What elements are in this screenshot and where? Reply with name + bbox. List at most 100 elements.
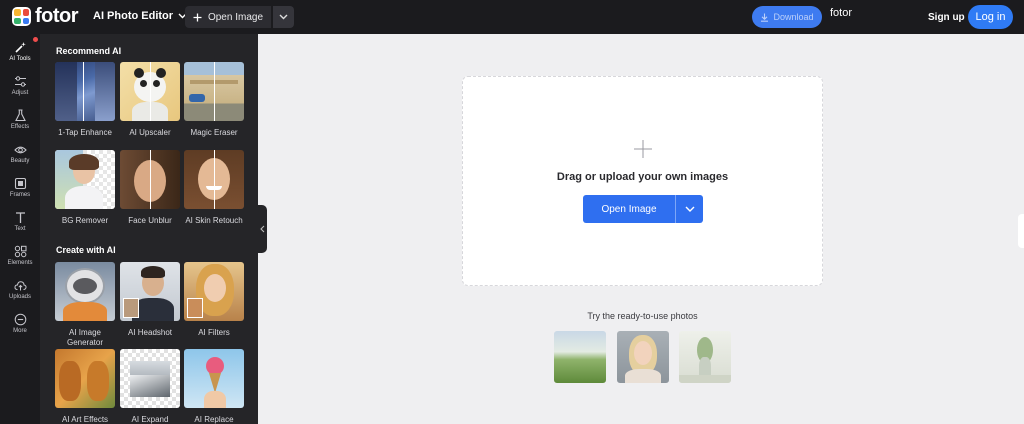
tool-card-label: AI Image Generator — [66, 328, 104, 347]
frame-icon — [13, 176, 27, 190]
rail-label: Text — [14, 226, 26, 232]
collapse-panel-button[interactable] — [258, 205, 267, 253]
left-rail: AI Tools Adjust Effects Beauty Frames Te… — [0, 34, 40, 424]
thumbnail-dogs-painting — [55, 349, 115, 408]
tool-card-face-unblur[interactable]: Face Unblur — [120, 150, 180, 226]
sample-photo-still-life[interactable] — [679, 331, 731, 383]
tool-card-ai-replace[interactable]: AI Replace — [184, 349, 244, 424]
still-life-image — [679, 331, 731, 383]
tool-card-1-tap-enhance[interactable]: 1-Tap Enhance — [55, 62, 115, 138]
landscape-image — [554, 331, 606, 383]
open-image-main-button[interactable]: Open Image — [583, 195, 675, 223]
tool-card-label: Magic Eraser — [190, 128, 238, 137]
notification-dot — [33, 37, 38, 42]
rail-item-elements[interactable]: Elements — [0, 244, 40, 276]
rail-item-frames[interactable]: Frames — [0, 176, 40, 208]
tool-card-label: AI Headshot — [127, 328, 173, 337]
tool-card-ai-skin-retouch[interactable]: AI Skin Retouch — [184, 150, 244, 226]
tool-card-ai-upscaler[interactable]: AI Upscaler — [120, 62, 180, 138]
right-edge-tab[interactable] — [1018, 214, 1024, 248]
rail-label: Elements — [7, 260, 33, 266]
rail-item-more[interactable]: More — [0, 312, 40, 344]
rail-label: More — [13, 328, 27, 334]
thumbnail-mountain-expand — [120, 349, 180, 408]
log-in-button[interactable]: Log in — [968, 5, 1013, 29]
open-image-label: Open Image — [207, 11, 264, 23]
rail-item-beauty[interactable]: Beauty — [0, 142, 40, 174]
section-title-recommend: Recommend AI — [56, 46, 122, 56]
shapes-icon — [13, 244, 27, 258]
more-icon — [13, 312, 27, 326]
tool-card-label: BG Remover — [61, 216, 109, 225]
dropzone-text: Drag or upload your own images — [556, 171, 729, 183]
download-button[interactable]: Download — [752, 6, 822, 28]
thumbnail-woman-transparent — [55, 150, 115, 209]
tool-card-label: Face Unblur — [128, 216, 172, 225]
tool-card-ai-expand[interactable]: AI Expand — [120, 349, 180, 424]
tool-card-ai-image-generator[interactable]: AI Image Generator — [55, 262, 115, 348]
thumbnail-panda — [120, 62, 180, 121]
eye-icon — [13, 142, 27, 156]
tool-selector-label: AI Photo Editor — [93, 10, 174, 22]
tool-selector[interactable]: AI Photo Editor — [93, 10, 187, 22]
plus-icon — [193, 13, 202, 21]
top-bar: fotor AI Photo Editor Open Image Downloa… — [0, 0, 1024, 34]
brand-label: fotor — [830, 7, 853, 19]
rail-item-uploads[interactable]: Uploads — [0, 278, 40, 310]
thumbnail-face — [120, 150, 180, 209]
rail-label: Frames — [9, 192, 31, 198]
tool-card-label: AI Skin Retouch — [185, 216, 243, 225]
open-image-split-button: Open Image — [583, 195, 703, 223]
upload-dropzone[interactable]: Drag or upload your own images Open Imag… — [462, 76, 823, 286]
chevron-down-icon — [685, 206, 694, 212]
upload-cloud-icon — [13, 278, 27, 292]
sample-photo-portrait[interactable] — [617, 331, 669, 383]
flask-icon — [13, 108, 27, 122]
tool-card-ai-art-effects[interactable]: AI Art Effects — [55, 349, 115, 424]
open-image-group: Open Image — [185, 6, 294, 28]
rail-label: AI Tools — [9, 56, 31, 62]
rail-item-adjust[interactable]: Adjust — [0, 74, 40, 106]
text-icon — [13, 210, 27, 224]
open-image-options-dropdown[interactable] — [675, 195, 703, 223]
rail-label: Beauty — [10, 158, 30, 164]
logo-mark-icon — [12, 7, 31, 26]
chevron-down-icon — [279, 14, 288, 20]
sign-up-link[interactable]: Sign up — [928, 12, 965, 23]
rail-label: Uploads — [8, 294, 31, 300]
tool-panel: Recommend AI 1-Tap Enhance AI Upscaler M… — [40, 34, 258, 424]
rail-label: Adjust — [11, 90, 29, 96]
plus-icon — [634, 140, 652, 158]
rail-label: Effects — [10, 124, 30, 130]
fotor-logo[interactable]: fotor — [12, 5, 79, 27]
download-icon — [761, 13, 769, 22]
open-image-button[interactable]: Open Image — [185, 6, 271, 28]
portrait-image — [617, 331, 669, 383]
thumbnail-ice-cream — [184, 349, 244, 408]
tool-card-label: 1-Tap Enhance — [58, 128, 112, 137]
rail-item-ai-tools[interactable]: AI Tools — [0, 40, 40, 72]
open-image-dropdown[interactable] — [273, 6, 294, 28]
tool-card-label: AI Filters — [198, 328, 230, 337]
tool-card-label: AI Upscaler — [129, 128, 171, 137]
rail-item-effects[interactable]: Effects — [0, 108, 40, 140]
logo-text: fotor — [35, 5, 79, 27]
thumbnail-building — [184, 62, 244, 121]
chevron-left-icon — [260, 225, 265, 233]
sample-photos-caption: Try the ready-to-use photos — [587, 311, 698, 321]
tool-card-magic-eraser[interactable]: Magic Eraser — [184, 62, 244, 138]
thumbnail-city-street — [55, 62, 115, 121]
thumbnail-astronaut-raccoon — [55, 262, 115, 321]
download-label: Download — [773, 12, 814, 22]
magic-wand-icon — [13, 40, 27, 54]
sliders-icon — [13, 74, 27, 88]
thumbnail-smiling-woman — [184, 150, 244, 209]
tool-card-ai-headshot[interactable]: AI Headshot — [120, 262, 180, 338]
sample-photo-landscape[interactable] — [554, 331, 606, 383]
tool-card-bg-remover[interactable]: BG Remover — [55, 150, 115, 226]
rail-item-text[interactable]: Text — [0, 210, 40, 242]
section-title-create: Create with AI — [56, 245, 116, 255]
tool-card-label: AI Replace — [194, 415, 234, 424]
tool-card-ai-filters[interactable]: AI Filters — [184, 262, 244, 338]
thumbnail-blonde-woman — [184, 262, 244, 321]
